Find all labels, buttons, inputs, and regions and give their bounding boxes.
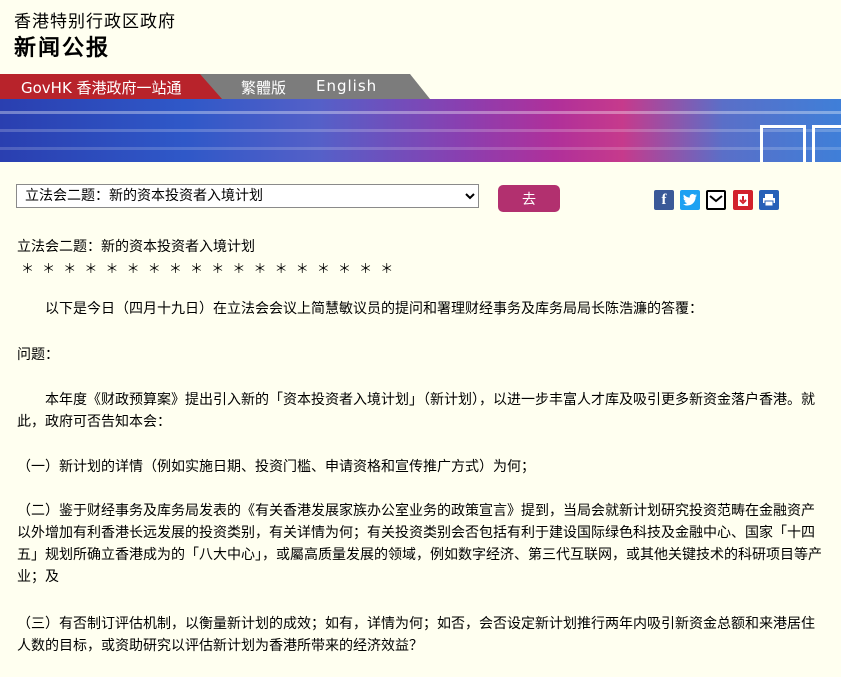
banner-stripe <box>0 111 841 114</box>
top-nav: GovHK 香港政府一站通 繁體版 English <box>0 74 841 99</box>
question-paragraph: 本年度《财政预算案》提出引入新的「资本投资者入境计划」（新计划），以进一步丰富人… <box>17 392 815 430</box>
question-item-2: （二）鉴于财经事务及库务局发表的《有关香港发展家族办公室业务的政策宣言》提到，当… <box>17 503 822 585</box>
separator-stars: ＊ ＊ ＊ ＊ ＊ ＊ ＊ ＊ ＊ ＊ ＊ ＊ ＊ ＊ ＊ ＊ ＊ ＊ <box>21 262 396 277</box>
article-select[interactable]: 立法会二题：新的资本投资者入境计划 <box>16 184 479 208</box>
banner-decor-box <box>760 125 806 162</box>
banner-image <box>0 99 841 162</box>
intro-paragraph: 以下是今日（四月十九日）在立法会会议上简慧敏议员的提问和署理财经事务及库务局局长… <box>17 301 703 317</box>
page-title[interactable]: 新闻公报 <box>14 30 110 62</box>
english-link[interactable]: English <box>316 77 377 95</box>
print-icon[interactable] <box>759 190 779 210</box>
government-name: 香港特别行政区政府 <box>14 12 176 32</box>
facebook-icon[interactable]: f <box>654 190 674 210</box>
article-title: 立法会二题：新的资本投资者入境计划 <box>17 239 255 255</box>
go-button[interactable]: 去 <box>498 185 560 212</box>
question-item-3: （三）有否制订评估机制，以衡量新计划的成效；如有，详情为何；如否，会否设定新计划… <box>17 616 815 654</box>
traditional-chinese-link[interactable]: 繁體版 <box>241 77 286 98</box>
banner-decor-box <box>812 125 841 162</box>
govhk-link[interactable]: GovHK 香港政府一站通 <box>21 77 182 98</box>
question-heading: 问题： <box>17 347 59 363</box>
email-icon[interactable] <box>706 190 726 210</box>
twitter-icon[interactable] <box>680 190 700 210</box>
question-item-1: （一）新计划的详情（例如实施日期、投资门槛、申请资格和宣传推广方式）为何； <box>17 459 535 475</box>
pdf-icon[interactable] <box>733 190 753 210</box>
banner-stripe <box>0 147 841 150</box>
banner-stripe <box>0 129 841 132</box>
site-header: 香港特别行政区政府 新闻公报 <box>0 0 841 74</box>
